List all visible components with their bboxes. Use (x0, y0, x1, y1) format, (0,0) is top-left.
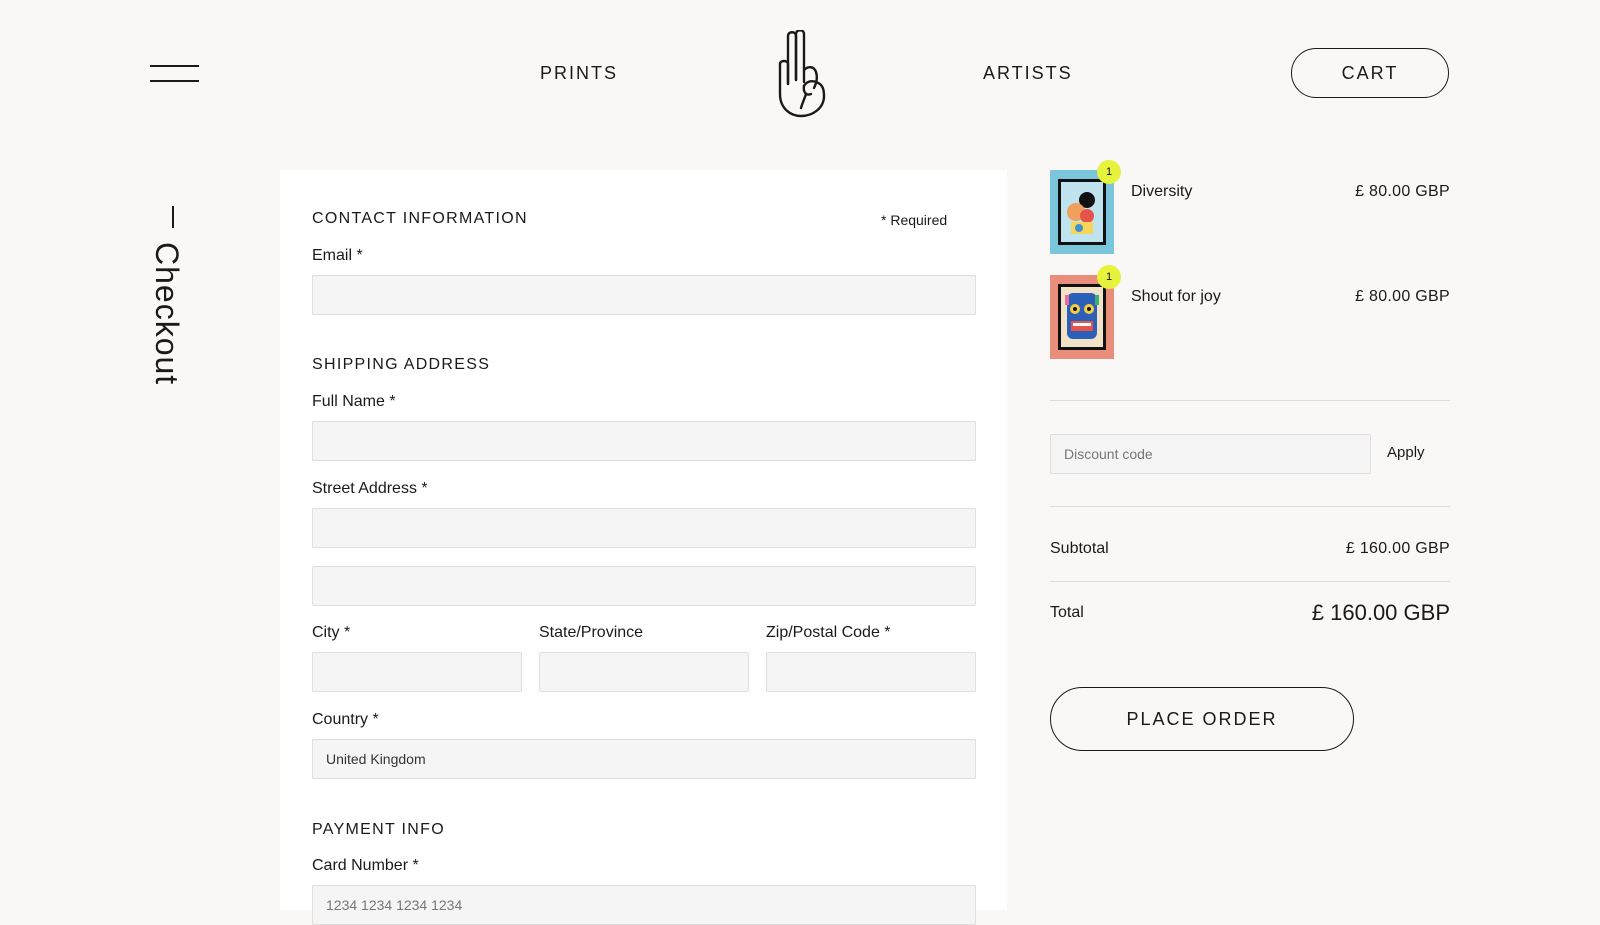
street-address-line2-input[interactable] (312, 566, 976, 606)
city-label: City * (312, 624, 351, 641)
page-title: Checkout (149, 242, 185, 386)
card-number-label: Card Number * (312, 857, 419, 874)
card-number-input[interactable] (312, 885, 976, 925)
total-value: £ 160.00 GBP (1311, 600, 1450, 625)
menu-line-bottom (150, 80, 199, 82)
cart-item-price: £ 80.00 GBP (1355, 183, 1450, 200)
place-order-button[interactable]: PLACE ORDER (1050, 687, 1354, 751)
cart-item-name: Shout for joy (1131, 288, 1221, 305)
cart-item-price: £ 80.00 GBP (1355, 288, 1450, 305)
zip-label: Zip/Postal Code * (766, 624, 891, 641)
street-address-label: Street Address * (312, 480, 428, 497)
country-label: Country * (312, 711, 379, 728)
discount-code-input[interactable] (1050, 434, 1371, 474)
shout-for-joy-artwork (1061, 287, 1103, 347)
hamburger-menu-icon[interactable] (150, 64, 200, 84)
required-note: * Required (881, 212, 948, 228)
cart-item-name: Diversity (1131, 183, 1193, 200)
email-input[interactable] (312, 275, 976, 315)
cart-button[interactable]: CART (1291, 48, 1449, 98)
summary-divider (1050, 506, 1450, 507)
nav-artists[interactable]: ARTISTS (983, 63, 1073, 84)
street-address-line1-input[interactable] (312, 508, 976, 548)
title-divider (172, 206, 174, 228)
apply-discount-button[interactable]: Apply (1387, 444, 1425, 461)
full-name-label: Full Name * (312, 393, 396, 410)
hand-logo-icon[interactable] (766, 29, 832, 118)
nav-prints[interactable]: PRINTS (540, 63, 618, 84)
subtotal-label: Subtotal (1050, 540, 1109, 557)
contact-info-heading: CONTACT INFORMATION (312, 210, 528, 227)
city-input[interactable] (312, 652, 522, 692)
checkout-form-card: CONTACT INFORMATION * Required Email * S… (280, 170, 1007, 925)
full-name-input[interactable] (312, 421, 976, 461)
quantity-badge: 1 (1097, 160, 1121, 184)
zip-input[interactable] (766, 652, 976, 692)
state-label: State/Province (539, 624, 644, 641)
diversity-artwork (1061, 182, 1103, 242)
state-input[interactable] (539, 652, 749, 692)
quantity-badge: 1 (1097, 265, 1121, 289)
subtotal-value: £ 160.00 GBP (1345, 540, 1450, 557)
shipping-address-heading: SHIPPING ADDRESS (312, 356, 491, 373)
menu-line-top (150, 65, 199, 67)
total-label: Total (1050, 604, 1084, 621)
summary-divider (1050, 581, 1450, 582)
payment-info-heading: PAYMENT INFO (312, 821, 445, 838)
email-label: Email * (312, 247, 363, 264)
summary-divider (1050, 400, 1450, 401)
country-select[interactable] (312, 739, 976, 779)
